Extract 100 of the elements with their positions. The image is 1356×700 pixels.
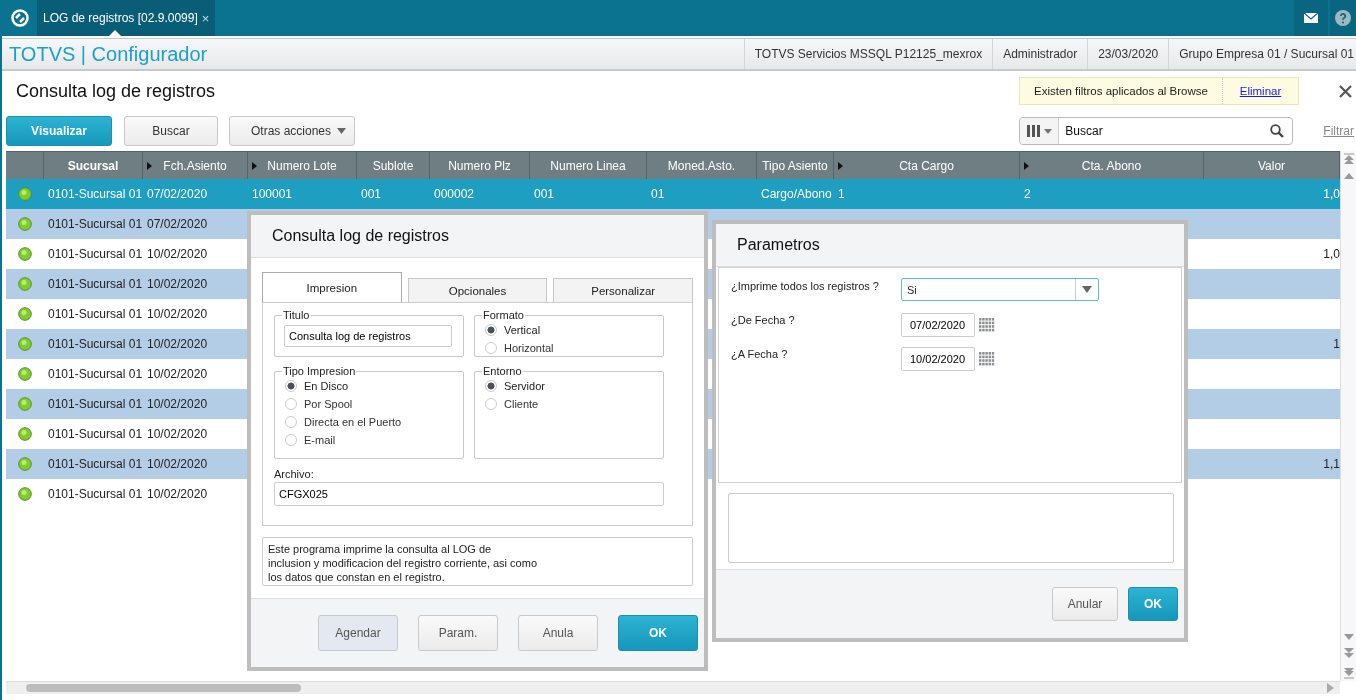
scroll-down-icon[interactable] [1343, 634, 1354, 640]
table-cell: 1 [838, 187, 845, 201]
column-header[interactable]: Cta. Abono [1020, 151, 1204, 179]
dialog-button[interactable]: Agendar [318, 615, 398, 651]
dialog-button[interactable]: Anular [1052, 587, 1118, 621]
table-cell: 0101-Sucursal 01 [48, 217, 143, 231]
group-legend: Formato [483, 309, 524, 321]
column-header[interactable]: Fch.Asiento [143, 151, 248, 179]
radio-option[interactable]: Directa en el Puerto [285, 413, 455, 431]
column-header[interactable]: Moned.Asto. [647, 151, 757, 179]
horizontal-scrollbar[interactable] [6, 681, 1340, 694]
table-cell: Cargo/Abono [761, 187, 832, 201]
column-header[interactable]: Tipo Asiento [757, 151, 834, 179]
radio-icon[interactable] [485, 324, 497, 336]
status-icon [18, 307, 32, 321]
toolbar-button[interactable]: Otras acciones [229, 116, 355, 146]
table-cell: 1,0 [1323, 247, 1340, 261]
notes-box[interactable] [728, 493, 1174, 563]
radio-icon[interactable] [285, 416, 297, 428]
radio-icon[interactable] [285, 434, 297, 446]
mail-button[interactable] [1294, 0, 1328, 36]
column-header[interactable]: Sublote [357, 151, 430, 179]
radio-option[interactable]: Vertical [485, 321, 655, 339]
dialog-tab[interactable]: Opcionales [407, 278, 548, 302]
expand-marker-icon [252, 162, 257, 170]
field-label: ¿De Fecha ? [731, 313, 796, 326]
table-cell: 0101-Sucursal 01 [48, 337, 143, 351]
table-cell: 10/02/2020 [147, 307, 208, 321]
radio-icon[interactable] [285, 380, 297, 392]
column-header[interactable]: Numero Lote [248, 151, 357, 179]
table-cell: 0101-Sucursal 01 [48, 457, 143, 471]
caret-icon [1082, 286, 1092, 293]
file-field[interactable]: CFGX025 [274, 482, 664, 506]
select-field[interactable]: Si [901, 278, 1099, 301]
close-tab-button[interactable]: × [201, 10, 210, 26]
radio-option[interactable]: Por Spool [285, 395, 455, 413]
dialog-title: Consulta log de registros [272, 227, 449, 245]
table-cell: 0101-Sucursal 01 [48, 397, 143, 411]
search-field[interactable]: Buscar [1019, 117, 1294, 145]
help-button[interactable] [1330, 0, 1356, 36]
table-cell: 100001 [252, 187, 293, 201]
scroll-top-icon[interactable] [1343, 153, 1354, 165]
status-icon [18, 277, 32, 291]
radio-option[interactable]: Horizontal [485, 339, 655, 357]
dialog-button[interactable]: Param. [418, 615, 498, 651]
column-header[interactable]: Numero Linea [530, 151, 647, 179]
column-header[interactable]: Sucursal [44, 151, 143, 179]
scroll-up-icon[interactable] [1343, 173, 1354, 179]
radio-option[interactable]: E-mail [285, 431, 455, 449]
table-cell: 01 [651, 187, 665, 201]
scroll-bottom-icon[interactable] [1343, 667, 1354, 679]
header-corner [6, 151, 44, 179]
table-cell: 10/02/2020 [147, 397, 208, 411]
field-label: Archivo: [274, 468, 315, 480]
radio-option[interactable]: Servidor [485, 377, 655, 395]
radio-option[interactable]: En Disco [285, 377, 455, 395]
column-header[interactable]: Numero Plz [430, 151, 530, 179]
calendar-icon[interactable] [979, 318, 995, 332]
page-title: Consulta log de registros [16, 80, 216, 102]
status-icon [18, 427, 32, 441]
field-label: ¿A Fecha ? [731, 347, 789, 360]
app-tab[interactable]: LOG de registros [02.9.0099] × [37, 0, 216, 36]
table-cell: 0101-Sucursal 01 [48, 247, 143, 261]
status-icon [18, 397, 32, 411]
radio-icon[interactable] [285, 398, 297, 410]
columns-button[interactable] [1020, 118, 1060, 144]
table-cell: 10/02/2020 [147, 487, 208, 501]
status-icon [18, 187, 32, 201]
dialog-button[interactable]: Anula [518, 615, 598, 651]
radio-icon[interactable] [485, 398, 497, 410]
dialog-tab[interactable]: Personalizar [553, 278, 693, 302]
table-cell: 000002 [434, 187, 475, 201]
table-cell: 0101-Sucursal 01 [48, 367, 143, 381]
table-cell: 10/02/2020 [147, 457, 208, 471]
remove-filter-link[interactable]: Eliminar [1222, 78, 1298, 104]
title-field[interactable]: Consulta log de registros [284, 325, 452, 347]
logo-icon [10, 9, 29, 27]
dialog-tab[interactable]: Impresion [262, 272, 402, 302]
page-down-icon[interactable] [1343, 648, 1354, 659]
radio-icon[interactable] [485, 342, 497, 354]
scroll-right-icon[interactable] [1327, 683, 1334, 693]
filter-link[interactable]: Filtrar [1323, 124, 1354, 138]
toolbar-button[interactable]: Buscar [124, 116, 218, 146]
table-cell: 0101-Sucursal 01 [48, 487, 143, 501]
date-field[interactable]: 10/02/2020 [901, 347, 975, 371]
table-cell: 001 [361, 187, 382, 201]
close-icon[interactable] [1339, 84, 1352, 98]
date-field[interactable]: 07/02/2020 [901, 313, 975, 337]
column-header[interactable]: Valor [1204, 151, 1340, 179]
session-info: TOTVS Servicios MSSQL P12125_mexrox [743, 39, 993, 69]
status-icon [18, 217, 32, 231]
calendar-icon[interactable] [979, 352, 995, 366]
column-header[interactable]: Cta Cargo [834, 151, 1020, 179]
table-cell: 07/02/2020 [147, 217, 208, 231]
radio-icon[interactable] [485, 380, 497, 392]
vertical-scrollbar[interactable] [1340, 151, 1356, 681]
scrollbar-thumb[interactable] [26, 684, 301, 692]
search-icon[interactable] [1270, 124, 1285, 138]
table-cell: 10/02/2020 [147, 427, 208, 441]
radio-option[interactable]: Cliente [485, 395, 655, 413]
